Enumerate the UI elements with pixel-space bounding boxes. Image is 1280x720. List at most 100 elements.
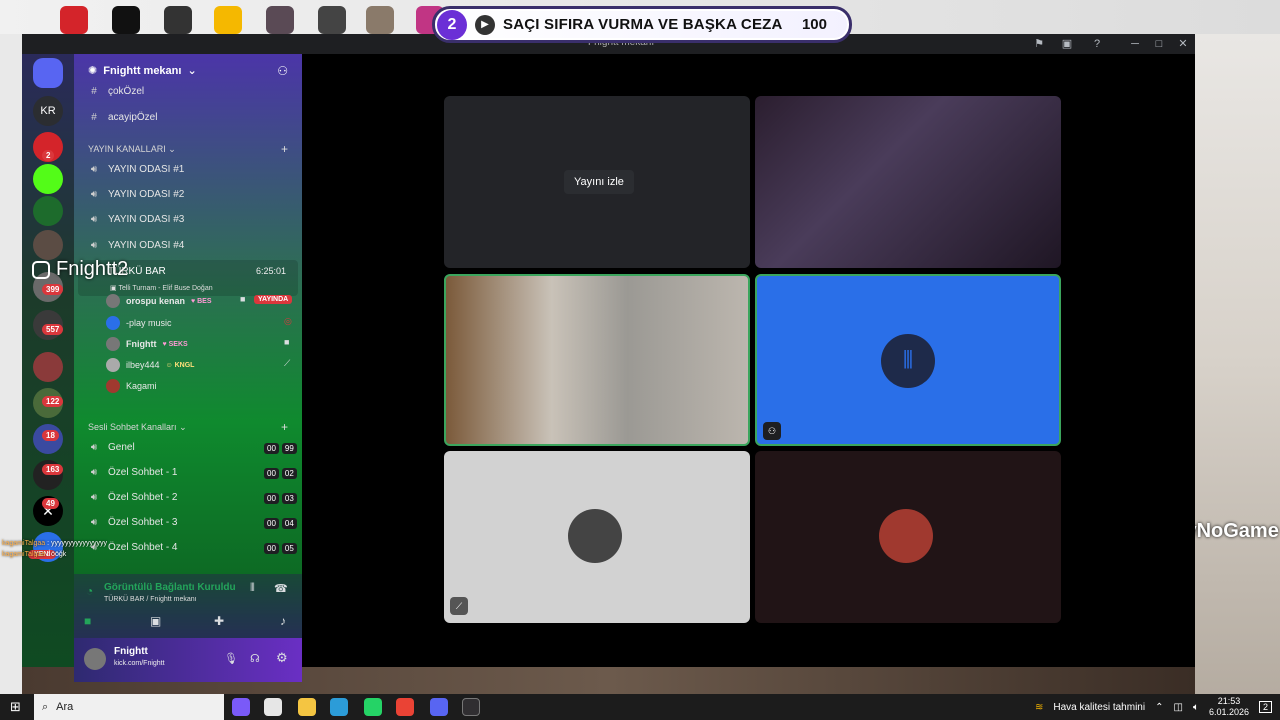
text-channel[interactable]: # çokÖzel <box>88 86 144 97</box>
chrome-icon[interactable] <box>396 698 414 716</box>
video-tile-bot[interactable]: ⦀ ⚇ <box>755 274 1061 446</box>
app-icon-red[interactable] <box>60 6 88 34</box>
desktop-left-strip <box>0 34 22 694</box>
app-icon-thumb3[interactable] <box>366 6 394 34</box>
clock[interactable]: 21:53 6.01.2026 <box>1209 696 1249 718</box>
avatar <box>568 509 622 563</box>
chevron-down-icon: ⌄ <box>187 65 197 77</box>
voice-channel[interactable]: 🔊︎ Özel Sohbet - 3 <box>88 517 178 528</box>
discord-icon[interactable] <box>430 698 448 716</box>
voice-user[interactable]: -play music <box>106 316 172 330</box>
explorer-icon[interactable] <box>298 698 316 716</box>
server-icon-4[interactable] <box>33 230 63 260</box>
minimize-button[interactable]: ─ <box>1126 36 1144 52</box>
video-tile[interactable]: ⟋ <box>444 451 750 623</box>
video-tile-speaking[interactable] <box>444 274 750 446</box>
voice-user[interactable]: orospu kenan ♥ BES <box>106 294 212 308</box>
video-tile[interactable] <box>755 451 1061 623</box>
discord-home-icon[interactable] <box>33 58 63 88</box>
server-icon-3[interactable] <box>33 196 63 226</box>
taskbar-search[interactable]: ⌕ Ara <box>34 694 224 720</box>
text-channel[interactable]: # acayipÖzel <box>88 112 157 123</box>
video-tile[interactable] <box>755 96 1061 268</box>
weather-text[interactable]: Hava kalitesi tahmini <box>1053 702 1145 713</box>
voice-user[interactable]: Kagami <box>106 379 157 393</box>
stream-channel[interactable]: 🔊︎ YAYIN ODASI #2 <box>88 189 184 200</box>
stream-channel[interactable]: 🔊︎ YAYIN ODASI #3 <box>88 214 184 225</box>
play-icon: ▶ <box>475 14 495 35</box>
speaker-icon: 🔊︎ <box>90 442 98 453</box>
stream-channel[interactable]: 🔊︎ YAYIN ODASI #1 <box>88 164 184 175</box>
server-kr[interactable]: KR <box>33 96 63 126</box>
add-channel-icon[interactable]: + <box>281 420 288 434</box>
gear-icon[interactable]: ⚙ <box>276 650 288 666</box>
watch-stream-button[interactable]: Yayını izle <box>564 170 634 194</box>
server-icon-7[interactable] <box>33 352 63 382</box>
speaker-icon: 🔊︎ <box>90 214 98 225</box>
network-icon[interactable]: ◫ <box>1173 702 1182 713</box>
taskbar: ⊞ ⌕ Ara ≋ Hava kalitesi tahmini ⌃ ◫ 🔈︎ 2… <box>0 694 1280 720</box>
channel-name: Özel Sohbet - 2 <box>108 492 178 503</box>
stream-tile[interactable]: Yayını izle <box>444 96 750 268</box>
maximize-button[interactable]: □ <box>1150 36 1168 52</box>
user-name: -play music <box>126 318 172 328</box>
screen-share-button[interactable]: ▣ <box>150 614 161 628</box>
server-header[interactable]: ✺ Fnightt mekanı ⌄ <box>88 64 197 78</box>
channel-name: YAYIN ODASI #4 <box>108 240 185 251</box>
video-icon: ■ <box>284 337 290 347</box>
avatar[interactable] <box>84 648 106 670</box>
channel-sidebar: ✺ Fnightt mekanı ⌄ ⚇ # çokÖzel # acayipÖze… <box>32 54 302 682</box>
windows-start-icon[interactable]: ⊞ <box>10 699 21 715</box>
inbox-flag-icon[interactable]: ⚑ <box>1030 36 1048 52</box>
channel-name: Genel <box>108 442 135 453</box>
voice-user[interactable]: Fnightt ♥ SEKS <box>106 337 188 351</box>
voice-count: 00 04 <box>264 518 297 529</box>
notifications-icon[interactable]: 2 <box>1258 701 1272 713</box>
channel-name: Özel Sohbet - 1 <box>108 467 178 478</box>
chevron-up-icon[interactable]: ⌃ <box>1155 702 1163 713</box>
activities-button[interactable]: ✚ <box>214 614 224 628</box>
voice-channel[interactable]: 🔊︎ Özel Sohbet - 1 <box>88 467 178 478</box>
edge-icon[interactable] <box>330 698 348 716</box>
store-icon[interactable] <box>264 698 282 716</box>
search-icon: ⌕ <box>42 700 49 713</box>
screen-icon[interactable]: ▣ <box>1058 36 1076 52</box>
voice-channel[interactable]: 🔊︎ Özel Sohbet - 2 <box>88 492 178 503</box>
user-tag: ☺ KNGL <box>165 361 195 369</box>
channel-timer: 6:25:01 <box>255 266 286 276</box>
server-icon-2[interactable] <box>33 164 63 194</box>
app-icon-capcut[interactable] <box>112 6 140 34</box>
volume-icon[interactable]: 🔈︎ <box>1193 702 1199 713</box>
help-icon[interactable]: ? <box>1088 36 1106 52</box>
headphones-icon[interactable]: ☊ <box>250 652 260 665</box>
camera-button[interactable]: ■ <box>84 614 91 628</box>
copilot-icon[interactable] <box>232 698 250 716</box>
close-button[interactable]: ✕ <box>1174 36 1192 52</box>
obs-icon[interactable] <box>462 698 480 716</box>
category-voice[interactable]: Sesli Sohbet Kanalları ⌄ <box>88 422 187 433</box>
soundboard-button[interactable]: ♪ <box>280 614 286 628</box>
streamer-overlay: Fnightt2 <box>32 258 128 281</box>
voice-channel[interactable]: 🔊︎ Genel <box>88 442 135 453</box>
app-icon-thumb2[interactable] <box>318 6 346 34</box>
avatar <box>106 379 120 393</box>
server-rail: KR 2 399 557 122 18 163 ✕ 49 YENİ <box>22 54 74 667</box>
add-channel-icon[interactable]: + <box>281 142 288 156</box>
mic-muted-icon: ⟋ <box>450 597 468 615</box>
app-icon-game[interactable] <box>164 6 192 34</box>
category-label: Sesli Sohbet Kanalları <box>88 422 177 432</box>
category-stream[interactable]: YAYIN KANALLARI ⌄ <box>88 144 176 155</box>
invite-icon[interactable]: ⚇ <box>277 64 288 78</box>
stream-channel[interactable]: 🔊︎ YAYIN ODASI #4 <box>88 240 184 251</box>
disconnect-icon[interactable]: ☎ <box>274 582 288 595</box>
voice-user[interactable]: ilbey444 ☺ KNGL <box>106 358 194 372</box>
whatsapp-icon[interactable] <box>364 698 382 716</box>
voice-stage: Yayını izle ⦀ ⚇ ⟋ <box>309 54 1195 667</box>
noise-suppression-icon[interactable]: ⦀ <box>250 582 255 595</box>
app-icon-thumb1[interactable] <box>266 6 294 34</box>
activity-status: ▣ Telli Turnam - Elif Buse Doğan <box>110 284 213 292</box>
mic-icon[interactable]: 🎙︎ <box>224 652 238 665</box>
rail-badge: 557 <box>42 324 64 335</box>
app-icon-rockstar[interactable] <box>214 6 242 34</box>
voice-status-subtitle: TÜRKÜ BAR / Fnightt mekanı <box>104 596 197 603</box>
